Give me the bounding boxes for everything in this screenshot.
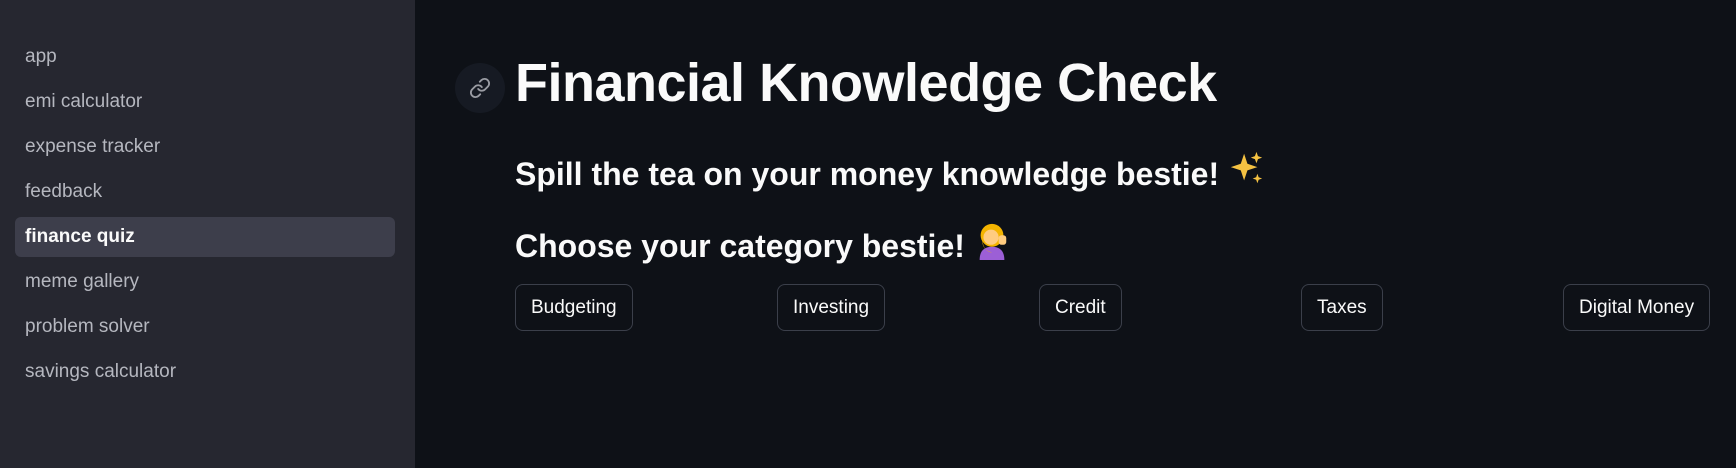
category-heading: Choose your category bestie! <box>515 222 1011 268</box>
sidebar-item-app[interactable]: app <box>15 37 395 77</box>
app-root: app emi calculator expense tracker feedb… <box>0 0 1736 468</box>
page-subtitle: Spill the tea on your money knowledge be… <box>515 150 1265 196</box>
sidebar-item-savings-calculator[interactable]: savings calculator <box>15 352 395 392</box>
sidebar-item-feedback[interactable]: feedback <box>15 172 395 212</box>
category-button-investing[interactable]: Investing <box>777 284 886 331</box>
main-content: Financial Knowledge Check Spill the tea … <box>415 0 1736 468</box>
sparkles-icon <box>1227 150 1265 196</box>
tipping-hand-woman-icon <box>973 222 1011 268</box>
header-anchor-link[interactable] <box>455 63 505 113</box>
category-heading-text: Choose your category bestie! <box>515 228 965 264</box>
sidebar-item-expense-tracker[interactable]: expense tracker <box>15 127 395 167</box>
page-title: Financial Knowledge Check <box>515 53 1217 113</box>
sidebar-item-problem-solver[interactable]: problem solver <box>15 307 395 347</box>
category-button-budgeting[interactable]: Budgeting <box>515 284 633 331</box>
link-icon <box>469 77 491 99</box>
category-button-digital-money[interactable]: Digital Money <box>1563 284 1711 331</box>
category-button-credit[interactable]: Credit <box>1039 284 1122 331</box>
sidebar-item-emi-calculator[interactable]: emi calculator <box>15 82 395 122</box>
subtitle-text: Spill the tea on your money knowledge be… <box>515 156 1220 192</box>
sidebar-item-finance-quiz[interactable]: finance quiz <box>15 217 395 257</box>
sidebar-item-meme-gallery[interactable]: meme gallery <box>15 262 395 302</box>
sidebar: app emi calculator expense tracker feedb… <box>0 0 415 468</box>
category-button-taxes[interactable]: Taxes <box>1301 284 1383 331</box>
